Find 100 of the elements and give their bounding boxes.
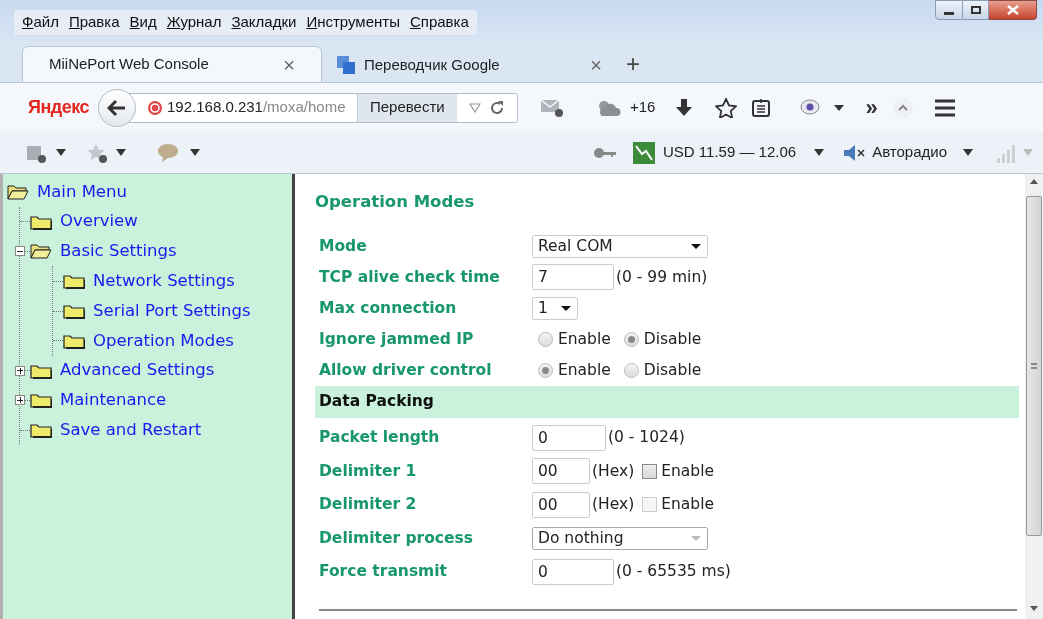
tree-item[interactable]: Maintenance (14, 385, 292, 416)
menu-item[interactable]: Файл (18, 11, 63, 34)
new-tab-button[interactable]: + (626, 52, 640, 76)
browser-tab[interactable]: MiiNePort Web Console × (22, 46, 322, 82)
field-label: Packet length (319, 426, 441, 448)
text-input[interactable]: 7 (532, 264, 614, 291)
chat-icon[interactable] (799, 97, 822, 118)
field-label: Delimiter 2 (319, 494, 418, 516)
mail-icon[interactable] (540, 97, 564, 118)
tree-item[interactable]: Operation Modes (47, 326, 292, 356)
dropdown-icon[interactable] (468, 102, 481, 113)
chart-icon[interactable] (633, 141, 655, 164)
tree-item[interactable]: Main Menu (7, 177, 292, 207)
menu-item[interactable]: Справка (405, 11, 473, 34)
section-header: Data Packing (315, 385, 1019, 418)
hint-text: (0 - 1024) (608, 426, 685, 448)
back-arrow-icon[interactable] (107, 98, 127, 117)
temperature-label[interactable]: +16 (630, 96, 656, 119)
dropdown[interactable]: 1 (532, 296, 578, 320)
caret-icon[interactable] (814, 149, 825, 156)
radio-button[interactable] (538, 362, 553, 378)
radio-button[interactable] (623, 362, 639, 378)
close-button[interactable] (989, 0, 1037, 20)
text-input[interactable]: 00 (532, 458, 590, 485)
hint-text: (Hex) (592, 494, 635, 516)
text-input[interactable]: 00 (532, 491, 590, 518)
toggle-icon[interactable] (15, 395, 25, 406)
checkbox-label: Enable (661, 494, 714, 516)
reload-icon[interactable] (488, 99, 505, 116)
caret-icon[interactable] (56, 149, 66, 156)
tree-item[interactable]: Save and Restart (14, 415, 292, 446)
menu-item[interactable]: Вид (125, 11, 161, 34)
minimize-button[interactable] (935, 0, 963, 20)
radio-button[interactable] (538, 331, 553, 347)
text-input[interactable]: 0 (532, 558, 614, 585)
folder-icon (30, 422, 52, 439)
text-input[interactable]: 0 (532, 424, 606, 451)
tree-item[interactable]: Advanced Settings (14, 355, 292, 386)
url-host: 192.168.0.231 (167, 98, 263, 116)
hint-text: (0 - 65535 ms) (616, 561, 731, 583)
scroll-up-icon[interactable] (891, 96, 914, 119)
menu-item[interactable]: Журнал (162, 11, 226, 34)
translate-button[interactable]: Перевести (357, 93, 457, 122)
radio-label: Disable (643, 328, 702, 350)
caret-icon[interactable] (833, 103, 846, 112)
caret-icon[interactable] (190, 149, 200, 156)
checkbox[interactable] (642, 463, 658, 479)
browser-tab[interactable]: Переводчик Google × (324, 48, 614, 82)
currency-rate[interactable]: USD 11.59 — 12.06 (663, 141, 797, 164)
maximize-button[interactable] (963, 0, 989, 20)
folder-icon (63, 303, 85, 320)
menu-item[interactable]: Закладки (227, 11, 301, 34)
toggle-icon[interactable] (15, 246, 25, 257)
radio-station-label[interactable]: Авторадио (872, 141, 947, 164)
radio-label: Enable (558, 359, 611, 381)
menu-item[interactable]: Правка (64, 11, 124, 34)
tree-item[interactable]: Network Settings (47, 266, 292, 297)
dropdown[interactable]: Real COM (532, 234, 708, 258)
caret-icon[interactable] (116, 149, 126, 156)
radio-button[interactable] (623, 331, 639, 347)
yandex-logo[interactable]: Яндекс (28, 94, 92, 121)
address-bar[interactable]: 192.168.0.231/moxa/home Перевести (128, 92, 518, 123)
caret-icon[interactable] (963, 149, 973, 156)
scroll-up-arrow-icon[interactable] (1030, 179, 1038, 184)
folder-icon (30, 213, 52, 230)
overflow-menu-button[interactable]: » (865, 96, 878, 119)
tab-close-button[interactable]: × (283, 54, 295, 75)
scrollbar[interactable] (1025, 174, 1043, 619)
radio-label: Enable (558, 328, 611, 350)
scrollbar-thumb[interactable] (1026, 196, 1042, 536)
field-label: Force transmit (319, 561, 448, 583)
radio-label: Disable (643, 359, 702, 381)
reading-list-icon[interactable] (751, 97, 772, 118)
blocked-site-icon (147, 99, 163, 116)
section-title: Operation Modes (315, 191, 476, 213)
back-button[interactable] (98, 88, 136, 127)
url-path: /moxa/home (262, 98, 346, 116)
menu-icon[interactable] (933, 98, 956, 117)
key-icon[interactable] (593, 146, 617, 159)
hint-text: (0 - 99 min) (616, 266, 708, 288)
scroll-down-arrow-icon[interactable] (1030, 606, 1038, 611)
field-label: TCP alive check time (319, 266, 501, 288)
tree-item[interactable]: Basic Settings (14, 236, 292, 267)
close-icon[interactable] (1006, 5, 1019, 15)
menu-item[interactable]: Инструменты (302, 11, 404, 34)
hint-text: (Hex) (592, 460, 635, 482)
folder-icon (63, 332, 85, 349)
download-icon[interactable] (675, 97, 694, 118)
tree-item[interactable]: Serial Port Settings (47, 296, 292, 326)
field-label: Max connection (319, 297, 458, 319)
folder-icon (63, 273, 85, 290)
translate-icon (336, 55, 356, 75)
star-icon[interactable] (715, 97, 738, 118)
tree-item[interactable]: Overview (14, 206, 292, 237)
field-label: Delimiter 1 (319, 460, 418, 482)
field-label: Allow driver control (319, 359, 493, 381)
field-label: Ignore jammed IP (319, 328, 475, 350)
toggle-icon[interactable] (15, 365, 25, 376)
tab-close-button[interactable]: × (590, 55, 602, 75)
checkbox-label: Enable (661, 460, 714, 482)
